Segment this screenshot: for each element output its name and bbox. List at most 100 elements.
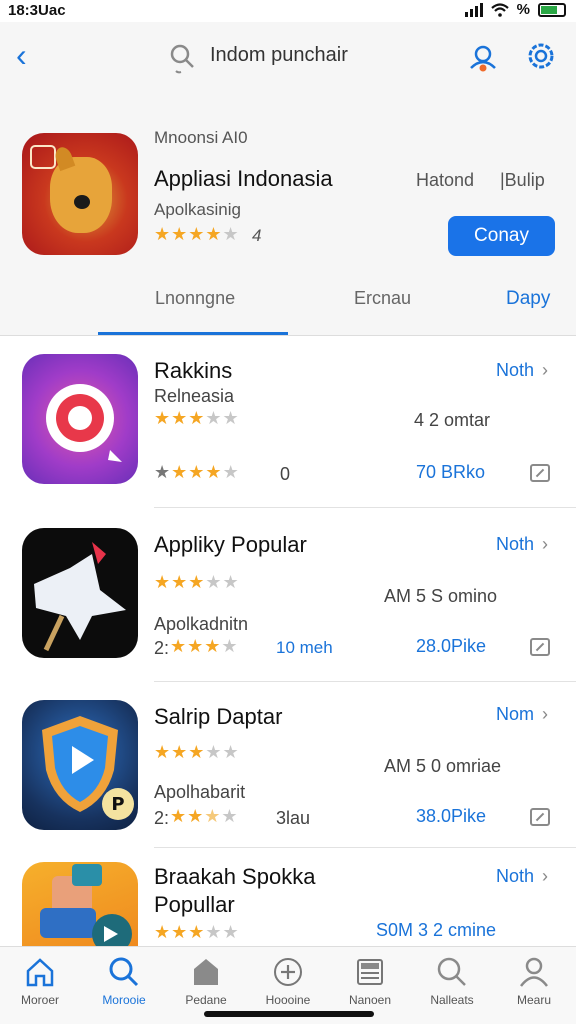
get-button[interactable]: Conay — [448, 216, 555, 256]
search-icon — [109, 957, 139, 987]
header: ‹ Indom punchair — [0, 22, 576, 92]
app-link[interactable]: Noth — [496, 534, 534, 555]
app-name[interactable]: Braakah Spokka — [154, 864, 315, 890]
tabbar-label: Nanoen — [348, 993, 392, 1007]
app-icon-star[interactable] — [22, 528, 138, 658]
chevron-right-icon[interactable]: › — [542, 704, 548, 725]
home-indicator[interactable] — [204, 1011, 374, 1017]
featured-category: Mnoonsi AI0 — [154, 128, 248, 147]
news-icon — [357, 959, 383, 985]
featured-app-card: Mnoonsi AI0 Appliasi Indonasia Apolkasin… — [0, 92, 576, 336]
app-note: 3lau — [276, 808, 311, 828]
search-icon[interactable] — [168, 42, 196, 74]
star-shape-icon — [34, 542, 126, 652]
app-link[interactable]: Noth — [496, 360, 534, 381]
add-icon — [274, 958, 302, 986]
app-name[interactable]: Rakkins — [154, 358, 232, 384]
app-downloads: 4 2 omtar — [414, 410, 491, 430]
tab-3[interactable]: Dapy — [506, 288, 550, 310]
app-icon-character[interactable] — [22, 862, 138, 946]
app-rating-prefix: 2: — [154, 638, 170, 658]
featured-meta-2: |Bulip — [500, 170, 545, 190]
chevron-right-icon[interactable]: › — [542, 866, 548, 887]
app-size: 28.0Pike — [416, 636, 487, 656]
search-icon — [437, 957, 466, 986]
app-note: 10 meh — [276, 638, 333, 657]
app-subtitle: Apolhabarit — [154, 782, 246, 802]
camera-icon — [46, 384, 122, 462]
app-name-line2[interactable]: Popullar — [154, 892, 235, 918]
tab-1[interactable]: Lnonngne — [155, 288, 235, 309]
app-name[interactable]: Appliky Popular — [154, 532, 307, 558]
list-item[interactable]: P Salrip Daptar ★★★★★ Apolhabarit 2: ★★★… — [0, 684, 576, 852]
search-query[interactable]: Indom punchair — [210, 44, 348, 67]
tabbar-item-search[interactable]: Morooie — [84, 955, 164, 1007]
wifi-icon — [490, 2, 509, 17]
edit-icon[interactable] — [530, 464, 550, 482]
battery-icon — [538, 2, 566, 17]
app-link[interactable]: Noth — [496, 866, 534, 887]
tabbar-item-search-2[interactable]: Nalleats — [412, 955, 492, 1007]
character-icon — [40, 864, 132, 946]
tabbar-item-add[interactable]: Hoooine — [248, 955, 328, 1007]
tabbar-item-news[interactable]: Nanoen — [330, 955, 410, 1007]
edit-icon[interactable] — [530, 808, 550, 826]
profile-icon[interactable] — [466, 42, 500, 74]
app-size: 70 BRko — [416, 462, 486, 482]
edit-icon[interactable] — [530, 638, 550, 656]
app-subtitle: Apolkadnitn — [154, 614, 249, 634]
tabbar-label: Morooie — [102, 993, 146, 1007]
app-stars: ★★★★★ — [154, 742, 240, 762]
tabbar-label: Hoooine — [265, 993, 311, 1007]
store-icon — [194, 959, 218, 985]
tabbar-item-profile[interactable]: Mearu — [494, 955, 574, 1007]
settings-icon[interactable] — [526, 41, 556, 71]
list-item[interactable]: Appliky Popular ★★★★★ Apolkadnitn 2: ★★★… — [0, 510, 576, 678]
app-subtitle: Relneasia — [154, 386, 235, 406]
app-stars-secondary: ★★★★ — [170, 636, 239, 656]
chevron-right-icon[interactable]: › — [542, 360, 548, 381]
dog-mascot-icon — [50, 157, 112, 233]
shield-icon: P — [42, 716, 134, 820]
tabbar-item-store[interactable]: Pedane — [166, 955, 246, 1007]
tab-2[interactable]: Ercnau — [354, 288, 411, 309]
featured-rating: 4 — [252, 226, 262, 245]
app-stars: ★★★★★ — [154, 408, 240, 428]
featured-subtitle: Apolkasinig — [154, 200, 241, 219]
app-link[interactable]: Nom — [496, 704, 534, 725]
app-stars-secondary: ★★★★★ — [154, 462, 240, 482]
badge-icon — [30, 145, 56, 169]
app-count: 0 — [280, 464, 291, 484]
back-button[interactable]: ‹ — [16, 39, 38, 71]
status-bar: 18:3Uac % — [0, 0, 576, 22]
tabbar-item-home[interactable]: Moroer — [0, 955, 80, 1007]
app-icon-camera[interactable] — [22, 354, 138, 484]
app-rating-prefix: 2: — [154, 808, 170, 828]
featured-meta-1: Hatond — [416, 170, 475, 190]
app-size: 38.0Pike — [416, 806, 487, 826]
tabbar-label: Pedane — [185, 993, 227, 1007]
app-stars-secondary: ★★★★ — [170, 806, 239, 826]
chevron-right-icon[interactable]: › — [542, 534, 548, 555]
app-icon-shield[interactable]: P — [22, 700, 138, 830]
app-stars: ★★★★★ — [154, 922, 240, 942]
app-stars: ★★★★★ — [154, 572, 240, 592]
divider — [154, 681, 576, 682]
segment-tabs: Lnonngne Ercnau Dapy — [0, 272, 576, 336]
featured-app-name[interactable]: Appliasi Indonasia — [154, 166, 333, 192]
status-indicators: % — [464, 1, 566, 18]
app-downloads: AM 5 S omino — [384, 586, 498, 606]
app-downloads: S0M 3 2 cmine — [376, 920, 497, 940]
home-icon — [26, 958, 54, 987]
status-time: 18:3Uac — [8, 2, 66, 19]
battery-percent: % — [516, 1, 530, 18]
tabbar-label: Nalleats — [430, 993, 474, 1007]
app-name[interactable]: Salrip Daptar — [154, 704, 282, 730]
divider — [154, 847, 576, 848]
featured-app-icon[interactable] — [22, 133, 138, 255]
list-item[interactable]: Rakkins Relneasia ★★★★★ ★★★★★ 4 2 omtar … — [0, 336, 576, 504]
tabbar-label: Moroer — [20, 993, 59, 1007]
svg-text:P: P — [111, 794, 124, 815]
featured-stars: ★★★★★ — [154, 224, 240, 244]
profile-icon — [520, 957, 548, 987]
